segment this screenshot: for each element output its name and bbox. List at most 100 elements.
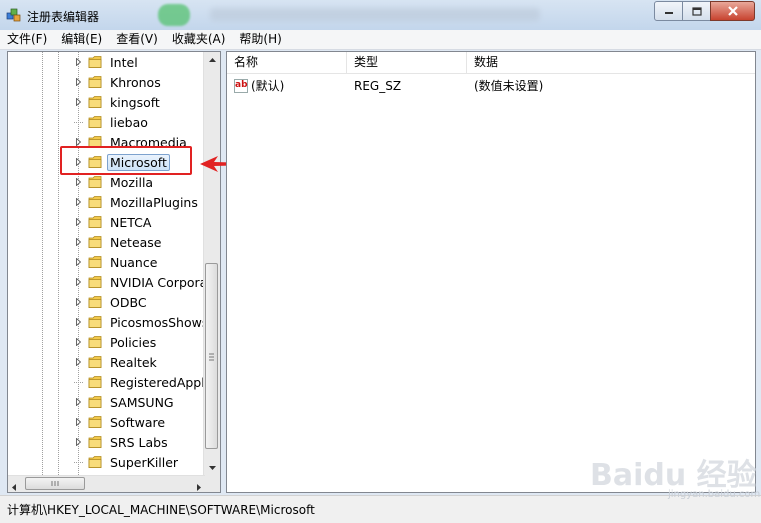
tree-horizontal-scrollbar[interactable] [8, 475, 205, 492]
tree-item[interactable]: SRS Labs [74, 432, 171, 452]
minimize-icon [664, 12, 673, 14]
triangle-down-icon [208, 466, 216, 470]
tree-item-label: Nuance [110, 254, 158, 270]
tree-item-label: SRS Labs [110, 434, 168, 450]
column-name-header[interactable]: 名称 [227, 52, 347, 73]
registry-tree[interactable]: Intel Khronos kingsoft liebao Macromedia Micr… [7, 51, 221, 493]
folder-icon [88, 236, 102, 248]
tree-item-label: Mozilla [110, 174, 154, 190]
tree-item-label: PicosmosShows [110, 314, 209, 330]
scrollbar-corner [204, 476, 220, 492]
tree-item[interactable]: PicosmosShows [74, 312, 211, 332]
expand-arrow-icon[interactable] [74, 358, 83, 367]
tree-item[interactable]: kingsoft [74, 92, 163, 112]
scroll-up-button[interactable] [204, 52, 220, 68]
value-type: REG_SZ [354, 79, 402, 93]
value-data: (数值未设置) [474, 79, 544, 93]
value-name: (默认) [251, 79, 285, 93]
folder-icon [88, 396, 102, 408]
folder-icon [88, 216, 102, 228]
title-bar: 注册表编辑器 [0, 0, 761, 30]
triangle-right-icon [197, 484, 201, 491]
tree-item-label: Policies [110, 334, 157, 350]
tree-item[interactable]: NETCA [74, 212, 154, 232]
expand-arrow-icon[interactable] [74, 218, 83, 227]
folder-icon [88, 196, 102, 208]
menu-edit[interactable]: 编辑(E) [54, 30, 109, 49]
triangle-up-icon [208, 58, 216, 62]
folder-icon [88, 316, 102, 328]
tree-item[interactable]: MozillaPlugins [74, 192, 201, 212]
expand-arrow-icon[interactable] [74, 258, 83, 267]
expand-arrow-icon[interactable] [74, 178, 83, 187]
tree-item[interactable]: Khronos [74, 72, 164, 92]
folder-icon [88, 296, 102, 308]
expand-arrow-icon[interactable] [74, 198, 83, 207]
values-list[interactable]: 名称 类型 数据 ab (默认) REG_SZ (数值未设置) [226, 51, 756, 493]
tree-item-label: ODBC [110, 294, 147, 310]
expand-arrow-icon[interactable] [74, 338, 83, 347]
tree-horizontal-scroll-thumb[interactable] [25, 477, 85, 490]
tree-item[interactable]: Nuance [74, 252, 160, 272]
expand-arrow-icon[interactable] [74, 418, 83, 427]
expand-arrow-icon[interactable] [74, 438, 83, 447]
tree-item-label: SAMSUNG [110, 394, 174, 410]
minimize-button[interactable] [654, 1, 683, 21]
status-bar: 计算机\HKEY_LOCAL_MACHINE\SOFTWARE\Microsof… [0, 495, 761, 523]
tree-item[interactable]: Policies [74, 332, 159, 352]
maximize-icon [691, 6, 702, 16]
tree-vertical-scroll-thumb[interactable] [205, 263, 218, 449]
folder-icon [88, 276, 102, 288]
tree-item[interactable]: SuperKiller [74, 452, 181, 472]
close-icon [727, 6, 738, 16]
tree-item[interactable]: Intel [74, 52, 141, 72]
column-type-header[interactable]: 类型 [347, 52, 467, 73]
folder-icon [88, 416, 102, 428]
menu-view[interactable]: 查看(V) [109, 30, 165, 49]
tree-item[interactable]: ODBC [74, 292, 150, 312]
window-controls [654, 1, 755, 21]
tree-item-label: liebao [110, 114, 148, 130]
scroll-down-button[interactable] [204, 460, 220, 476]
folder-icon [88, 56, 102, 68]
tree-item[interactable]: Realtek [74, 352, 160, 372]
scroll-right-button[interactable] [197, 480, 201, 492]
grip-icon [51, 481, 59, 486]
tree-item-label: Intel [110, 54, 138, 70]
tree-item-label: Netease [110, 234, 162, 250]
expand-arrow-icon[interactable] [74, 58, 83, 67]
tree-item[interactable]: NVIDIA Corpora [74, 272, 210, 292]
folder-icon [88, 116, 102, 128]
list-row[interactable]: ab (默认) REG_SZ (数值未设置) [227, 76, 755, 96]
scroll-left-button[interactable] [12, 480, 16, 492]
folder-icon [88, 336, 102, 348]
tree-connector [74, 458, 83, 467]
expand-arrow-icon[interactable] [74, 298, 83, 307]
folder-icon [88, 76, 102, 88]
menu-file[interactable]: 文件(F) [0, 30, 54, 49]
menu-favorites[interactable]: 收藏夹(A) [165, 30, 233, 49]
triangle-left-icon [12, 484, 16, 491]
tree-item-label: SuperKiller [110, 454, 179, 470]
expand-arrow-icon[interactable] [74, 78, 83, 87]
maximize-button[interactable] [682, 1, 711, 21]
watermark-logo: Baidu 经验 [590, 458, 757, 493]
tree-item[interactable]: Software [74, 412, 168, 432]
tree-item[interactable]: Netease [74, 232, 165, 252]
expand-arrow-icon[interactable] [74, 398, 83, 407]
string-value-icon: ab [234, 79, 248, 93]
status-path: 计算机\HKEY_LOCAL_MACHINE\SOFTWARE\Microsof… [7, 503, 315, 517]
expand-arrow-icon[interactable] [74, 238, 83, 247]
menu-help[interactable]: 帮助(H) [232, 30, 288, 49]
expand-arrow-icon[interactable] [74, 318, 83, 327]
expand-arrow-icon[interactable] [74, 278, 83, 287]
column-data-header[interactable]: 数据 [467, 52, 755, 73]
expand-arrow-icon[interactable] [74, 98, 83, 107]
tree-item[interactable]: liebao [74, 112, 151, 132]
close-button[interactable] [710, 1, 755, 21]
tree-item[interactable]: SAMSUNG [74, 392, 177, 412]
tree-item[interactable]: Mozilla [74, 172, 156, 192]
regedit-icon [6, 8, 21, 22]
tree-item[interactable]: RegisteredApplic [74, 372, 218, 392]
tree-vertical-scrollbar[interactable] [203, 52, 220, 476]
